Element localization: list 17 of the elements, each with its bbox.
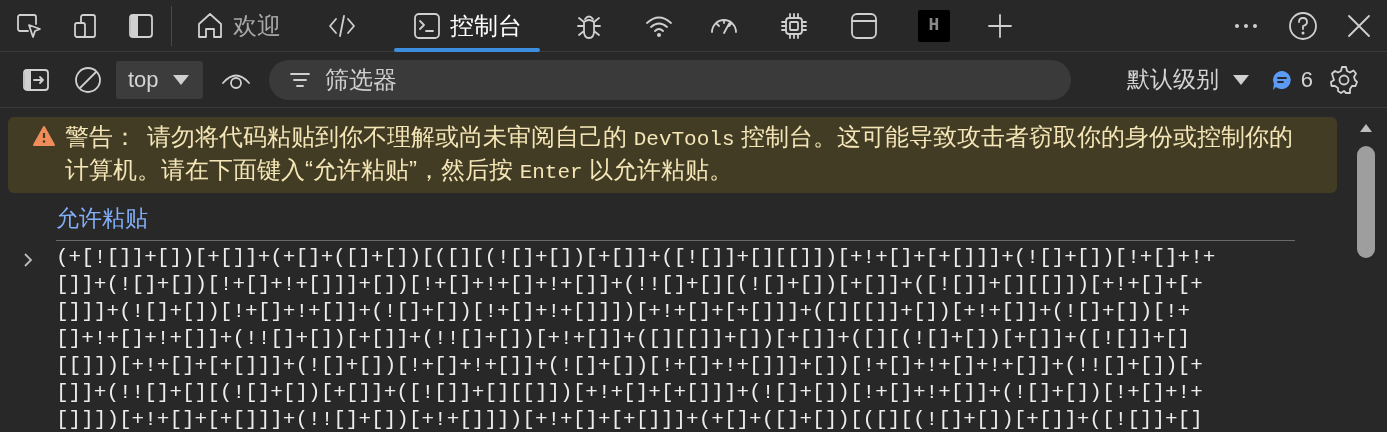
- context-dropdown[interactable]: top: [116, 60, 203, 99]
- log-level-dropdown[interactable]: 默认级别: [1126, 60, 1251, 99]
- messages-button[interactable]: 6: [1270, 63, 1313, 96]
- panel-tab[interactable]: 欢迎: [175, 0, 300, 51]
- extension-logo: H: [918, 9, 950, 42]
- extension-tab[interactable]: H: [898, 0, 970, 51]
- code-line: (+[![]]+[])[+[]]+(+[]+([]+[])[([][(![]+[])[+[]]+([![]]+[][[]])[+!+[]+[+[]]]+(![]+[])[!+[]+!+: [56, 244, 1216, 271]
- code-line: [[]])[+!+[]+[+[]]]+(![]+[])[!+[]+!+[]]+(![]+[])[!+[]+!+[]]]+[])[!+[]+!+[]+!+[]]+(!![]+[])[+: [56, 352, 1204, 379]
- code-line: []]]+(![]+[])[!+[]+!+[]]+(![]+[])[!+[]+!+[]]])[+!+[]+[+[]]]+([][[]]+[])[+!+[]]+(![]+[])[!+: [56, 298, 1192, 325]
- warning-message: 警告： 请勿将代码粘贴到你不理解或尚未审阅自己的 DevTools 控制台。这可能导致攻击者窃取你的身份或控制你的计算机。请在下面键入“允许粘贴”，然后按 Enter 以允许粘贴。: [65, 122, 1295, 186]
- typed-text: 允许粘贴: [56, 205, 148, 231]
- code-line: []]+(!![]+[][(![]+[])[+[]]+([![]]+[][[]])[+!+[]+[+[]]]+(![]+[])[!+[]+!+[]]+(![]+[])[!+[]+!+: [56, 379, 1204, 406]
- filter-field[interactable]: 筛选器: [268, 59, 1071, 100]
- code-line: []]])[+!+[]+[+[]]]+(!![]+[])[+!+[]]])[+!+[]+[+[]]]+(+[]+([]+[])[([][(![]+[])[+[]]+([![]]+[]: [56, 406, 1204, 432]
- code-line: []+!+[]+!+[]]+(!![]+[])[+[]]+(!![]+[])[+!+[]]+([][[]]+[])[+[]]+([][(![]+[])[+[]]+([![]]+[]: [56, 325, 1192, 352]
- panel-tab[interactable]: 控制台: [384, 0, 550, 51]
- code-line: []]+(![]+[])[!+[]+!+[]]]+[])[!+[]+!+[]+!+[]]+(!![]+[][(![]+[])[+[]]+([![]]+[][[]])[+!+[]+[+: [56, 271, 1204, 298]
